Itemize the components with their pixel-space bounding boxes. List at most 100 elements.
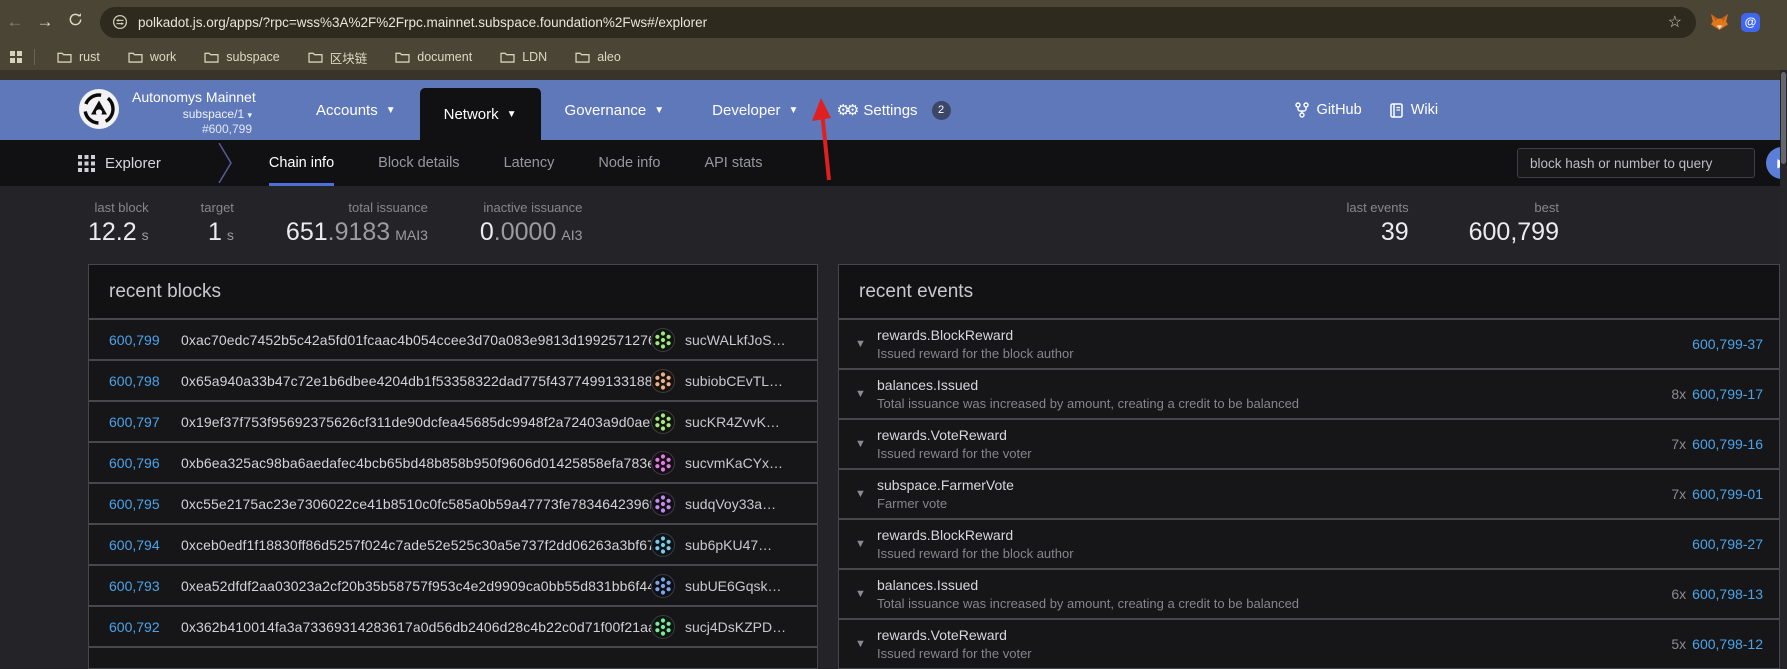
identicon [651, 410, 675, 434]
block-author[interactable]: sucj4DsKZPD… [651, 615, 817, 639]
bookmark-item[interactable]: LDN [486, 50, 561, 64]
block-author[interactable]: sucWALkfJoS… [651, 328, 817, 352]
metamask-icon[interactable] [1710, 13, 1729, 31]
list-item: ▼ rewards.BlockReward Issued reward for … [839, 320, 1779, 370]
chevron-down-icon[interactable]: ▼ [855, 388, 877, 400]
page-scrollbar[interactable] [1780, 70, 1787, 669]
table-row: 600,794 0xceb0edf1f18830ff86d5257f024c7a… [89, 525, 817, 566]
content-panels: recent blocks 600,799 0xac70edc7452b5c42… [88, 264, 1780, 669]
forward-icon[interactable]: → [30, 12, 60, 32]
block-hash: 0xac70edc7452b5c42a5fd01fcaac4b054ccee3d… [177, 332, 651, 348]
identicon [651, 574, 675, 598]
list-item: ▼ balances.Issued Total issuance was inc… [839, 570, 1779, 620]
chain-logo[interactable] [78, 88, 120, 140]
tab-item[interactable]: Latency [504, 140, 555, 186]
event-block-link[interactable]: 600,799-16 [1692, 436, 1763, 452]
bookmark-item[interactable]: document [381, 50, 486, 64]
tab-item[interactable]: Node info [598, 140, 660, 186]
stat-label: last events [1346, 200, 1408, 215]
back-icon[interactable]: ← [0, 12, 30, 32]
bookmark-item[interactable]: rust [43, 50, 114, 64]
event-count: 7x [1671, 436, 1686, 452]
browser-extension-icon[interactable]: @ [1741, 13, 1760, 32]
tab-label: Latency [504, 155, 555, 171]
refresh-glyph [68, 12, 83, 27]
block-number-link[interactable]: 600,797 [89, 414, 177, 430]
menu-settings[interactable]: ⚙⚙ Settings 2 [822, 80, 964, 140]
bookmark-item[interactable]: 区块链 [294, 48, 382, 67]
event-block-link[interactable]: 600,798-27 [1692, 536, 1763, 552]
bookmark-label: aleo [597, 50, 621, 64]
event-count: 8x [1671, 386, 1686, 402]
url-bar[interactable]: polkadot.js.org/apps/?rpc=wss%3A%2F%2Frp… [100, 7, 1696, 38]
event-text: rewards.BlockReward Issued reward for th… [877, 326, 1692, 362]
block-search-input[interactable] [1517, 148, 1755, 178]
block-number-link[interactable]: 600,798 [89, 373, 177, 389]
chevron-down-icon[interactable]: ▼ [855, 638, 877, 650]
table-row: 600,797 0x19ef37f753f95692375626cf311de9… [89, 402, 817, 443]
block-author[interactable]: sudqVoy33a… [651, 492, 817, 516]
refresh-icon[interactable] [60, 12, 90, 32]
wiki-link[interactable]: Wiki [1390, 102, 1438, 118]
chevron-down-icon[interactable]: ▼ [855, 488, 877, 500]
block-number-link[interactable]: 600,794 [89, 537, 177, 553]
author-name: subUE6Gqsk… [685, 578, 781, 594]
tab-label: Node info [598, 155, 660, 171]
site-info-icon[interactable] [112, 14, 128, 30]
event-block-link[interactable]: 600,798-13 [1692, 586, 1763, 602]
block-author[interactable]: sub6pKU47… [651, 533, 817, 557]
author-name: sub6pKU47… [685, 537, 772, 553]
explorer-section[interactable]: Explorer [78, 155, 161, 172]
stat-card: target 1s [201, 200, 234, 252]
browser-toolbar: ← → polkadot.js.org/apps/?rpc=wss%3A%2F%… [0, 0, 1787, 44]
stat-value: 1s [201, 218, 234, 247]
tab-item[interactable]: Block details [378, 140, 459, 186]
event-name: rewards.VoteReward [877, 426, 1671, 445]
list-item: ▼ subspace.FarmerVote Farmer vote 7x600,… [839, 470, 1779, 520]
block-author[interactable]: sucvmKaCYx… [651, 451, 817, 475]
event-description: Issued reward for the voter [877, 645, 1671, 663]
recent-events-header: recent events [839, 265, 1779, 320]
chevron-down-icon[interactable]: ▼ [855, 438, 877, 450]
bookmark-star-icon[interactable]: ☆ [1668, 12, 1682, 32]
block-author[interactable]: subiobCEvTL… [651, 369, 817, 393]
block-number-link[interactable]: 600,799 [89, 332, 177, 348]
menu-item[interactable]: Governance ▼ [541, 80, 689, 140]
bookmark-item[interactable]: aleo [561, 50, 635, 64]
menu-item[interactable]: Network ▼ [420, 88, 541, 140]
chevron-down-icon[interactable]: ▼ [855, 588, 877, 600]
event-description: Total issuance was increased by amount, … [877, 595, 1671, 613]
stats-right: last events 39 best 600,799 [1346, 200, 1559, 252]
github-link[interactable]: GitHub [1295, 102, 1362, 118]
event-block-link[interactable]: 600,799-17 [1692, 386, 1763, 402]
block-author[interactable]: sucKR4ZvvK… [651, 410, 817, 434]
scrollbar-thumb[interactable] [1781, 72, 1786, 164]
author-name: sucj4DsKZPD… [685, 619, 786, 635]
url-text[interactable]: polkadot.js.org/apps/?rpc=wss%3A%2F%2Frp… [138, 15, 1668, 30]
chevron-down-icon[interactable]: ▼ [855, 338, 877, 350]
chevron-down-icon: ▾ [247, 110, 252, 120]
tab-item[interactable]: Chain info [269, 140, 334, 186]
block-author[interactable]: subUE6Gqsk… [651, 574, 817, 598]
block-number-link[interactable]: 600,795 [89, 496, 177, 512]
bookmark-item[interactable]: subspace [190, 50, 294, 64]
tab-item[interactable]: API stats [704, 140, 762, 186]
block-number-link[interactable]: 600,796 [89, 455, 177, 471]
bookmark-item[interactable]: work [114, 50, 190, 64]
apps-grid-icon[interactable] [10, 51, 22, 63]
event-block-link[interactable]: 600,798-12 [1692, 636, 1763, 652]
block-number-link[interactable]: 600,792 [89, 619, 177, 635]
block-number-link[interactable]: 600,793 [89, 578, 177, 594]
menu-item[interactable]: Accounts ▼ [292, 80, 420, 140]
table-row: 600,793 0xea52dfdf2aa03023a2cf20b35b5875… [89, 566, 817, 607]
event-block-link[interactable]: 600,799-37 [1692, 336, 1763, 352]
chevron-down-icon[interactable]: ▼ [855, 538, 877, 550]
chain-info-block[interactable]: Autonomys Mainnet subspace/1 ▾ #600,799 [132, 80, 252, 140]
block-hash: 0xea52dfdf2aa03023a2cf20b35b58757f953c4e… [177, 578, 651, 594]
block-hash: 0x362b410014fa3a73369314283617a0d56db240… [177, 619, 651, 635]
event-block-link[interactable]: 600,799-01 [1692, 486, 1763, 502]
chain-runtime: subspace/1 ▾ [132, 107, 252, 122]
menu-item[interactable]: Developer ▼ [688, 80, 822, 140]
recent-blocks-panel: recent blocks 600,799 0xac70edc7452b5c42… [88, 264, 818, 669]
event-ref: 600,798-27 [1692, 536, 1763, 552]
